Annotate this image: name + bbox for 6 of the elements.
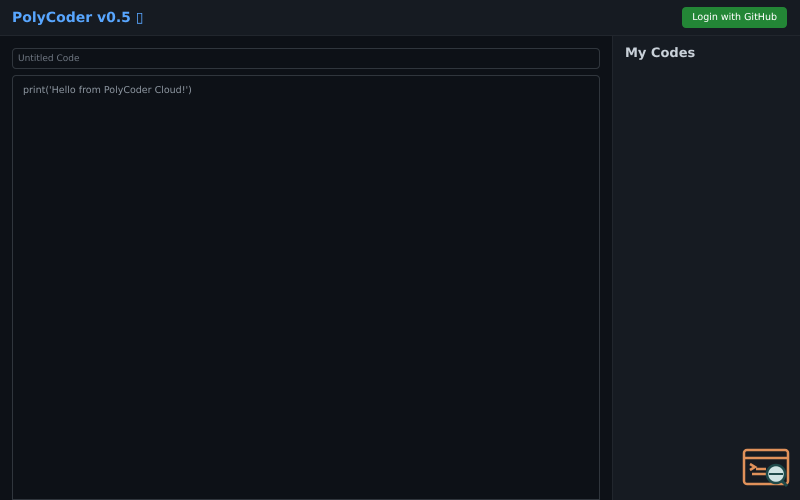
code-search-icon[interactable]	[742, 448, 790, 488]
title-field[interactable]: Untitled Code	[12, 48, 600, 69]
app-title: PolyCoder v0.5 ▯	[12, 10, 144, 26]
login-button[interactable]: Login with GitHub	[682, 7, 787, 28]
sidebar-heading: My Codes	[625, 46, 696, 61]
code-editor[interactable]: print('Hello from PolyCoder Cloud!')	[12, 75, 600, 500]
